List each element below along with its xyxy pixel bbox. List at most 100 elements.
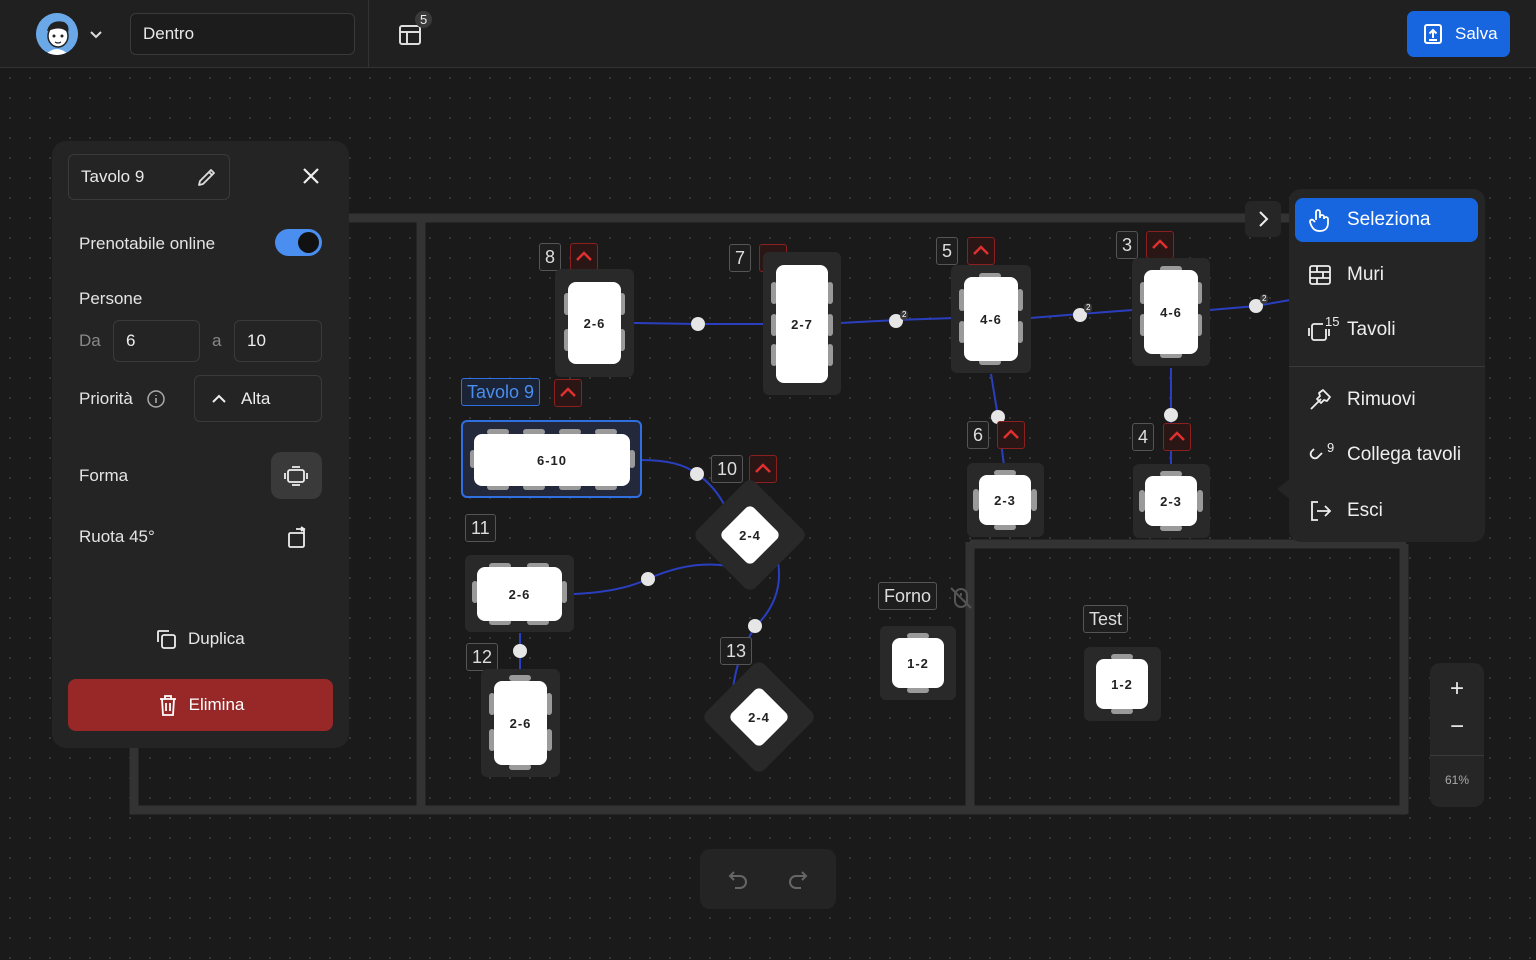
table-forno[interactable]: 1-2 (880, 626, 956, 700)
priority-select[interactable]: Alta (194, 375, 322, 422)
top-bar: Dentro 5 Salva (0, 0, 1536, 68)
menu-item-rimuovi[interactable]: Rimuovi (1295, 378, 1478, 422)
link-node[interactable] (1164, 408, 1178, 422)
duplicate-icon (157, 630, 176, 649)
table-number-tag[interactable]: 10 (711, 455, 744, 483)
room-name-field[interactable]: Dentro (130, 13, 355, 55)
trash-icon (159, 695, 176, 716)
priority-label: Priorità (79, 389, 133, 408)
tables-count-badge: 15 (1323, 314, 1342, 329)
close-icon[interactable] (300, 165, 322, 187)
table-number-tag[interactable]: 12 (466, 643, 499, 671)
pencil-icon[interactable] (195, 165, 219, 189)
table-seats-label: 2-6 (568, 282, 621, 364)
priority-high-icon[interactable] (997, 421, 1025, 449)
table-number-tag[interactable]: Forno (878, 582, 938, 610)
table-5[interactable]: 4-6 (951, 265, 1031, 373)
table-seats-label: 2-3 (1145, 476, 1197, 526)
rotate-label: Ruota 45° (79, 527, 155, 546)
table-number-tag[interactable]: 13 (720, 637, 753, 665)
table-number-tag[interactable]: 8 (539, 243, 562, 271)
table-8[interactable]: 2-6 (555, 269, 634, 377)
undo-icon[interactable] (726, 867, 750, 891)
table-3[interactable]: 4-6 (1132, 258, 1210, 366)
hand-pointer-icon (1309, 209, 1329, 232)
table-seats-label: 2-4 (748, 709, 770, 725)
priority-high-icon[interactable] (967, 237, 995, 265)
layout-count-badge: 5 (415, 11, 433, 28)
redo-icon[interactable] (786, 867, 810, 891)
info-icon[interactable] (146, 389, 166, 409)
chevron-up-icon (212, 394, 226, 403)
zoom-out-button[interactable]: − (1430, 709, 1484, 745)
expand-toolbar-button[interactable] (1245, 201, 1281, 237)
divider (1430, 755, 1484, 756)
online-label: Prenotabile online (79, 234, 216, 253)
delete-button[interactable]: Elimina (68, 679, 333, 731)
table-seats-label: 4-6 (964, 277, 1018, 361)
table-number-tag[interactable]: 3 (1116, 231, 1139, 259)
table-seats-label: 2-3 (979, 475, 1031, 525)
table-seats-label: 2-6 (494, 681, 547, 765)
table-6[interactable]: 2-3 (967, 463, 1044, 537)
table-12[interactable]: 2-6 (481, 669, 560, 777)
priority-high-icon[interactable] (570, 243, 598, 271)
link-node[interactable] (690, 467, 704, 481)
table-13[interactable]: 2-4 (701, 659, 817, 775)
avatar-illustration (36, 13, 78, 55)
delete-label: Elimina (188, 695, 245, 714)
priority-high-icon[interactable] (1163, 423, 1191, 451)
table-9-selected[interactable]: 6-10 (461, 420, 642, 498)
persons-from-field[interactable]: 6 (113, 320, 200, 362)
chevron-down-icon[interactable] (88, 26, 104, 42)
table-shape-icon (284, 466, 308, 486)
link-node[interactable] (691, 317, 705, 331)
table-7[interactable]: 2-7 (763, 252, 841, 395)
menu-item-esci[interactable]: Esci (1295, 489, 1478, 533)
duplicate-button[interactable]: Duplica (154, 627, 245, 651)
table-seats-label: 2-6 (477, 567, 562, 621)
table-10[interactable]: 2-4 (692, 477, 808, 593)
hammer-icon (1310, 389, 1331, 410)
table-number-tag[interactable]: 4 (1132, 423, 1155, 451)
menu-item-collega-tavoli[interactable]: Collega tavoli (1295, 433, 1478, 477)
table-11[interactable]: 2-6 (465, 555, 574, 632)
persons-to-field[interactable]: 10 (234, 320, 322, 362)
link-node[interactable] (513, 644, 527, 658)
priority-high-icon[interactable] (1146, 231, 1174, 259)
link-node[interactable] (748, 619, 762, 633)
table-number-tag[interactable]: 6 (967, 421, 990, 449)
upload-icon (1424, 24, 1442, 44)
zoom-control: + − 61% (1430, 663, 1484, 807)
online-toggle[interactable] (275, 229, 322, 256)
save-button[interactable]: Salva (1407, 11, 1510, 57)
exit-icon (1311, 501, 1332, 521)
table-number-tag[interactable]: 7 (729, 244, 752, 272)
menu-item-muri[interactable]: Muri (1295, 253, 1478, 297)
shape-button[interactable] (271, 452, 322, 499)
link-node[interactable] (641, 572, 655, 586)
table-number-tag[interactable]: 11 (465, 514, 496, 542)
zoom-in-button[interactable]: + (1430, 671, 1484, 707)
priority-high-icon[interactable] (749, 455, 777, 483)
avatar[interactable] (36, 13, 78, 55)
to-label: a (212, 331, 222, 350)
priority-high-icon[interactable] (554, 379, 582, 407)
table-name-text: Tavolo 9 (81, 167, 145, 186)
priority-value: Alta (241, 389, 271, 408)
chair (1031, 489, 1037, 511)
table-seats-label: 1-2 (1096, 659, 1148, 709)
table-number-tag[interactable]: 5 (936, 237, 959, 265)
menu-item-seleziona[interactable]: Seleziona (1295, 198, 1478, 242)
table-test[interactable]: 1-2 (1084, 647, 1161, 721)
links-count-badge: 9 (1325, 440, 1337, 455)
from-label: Da (79, 331, 101, 350)
divider (368, 0, 369, 68)
table-name-field[interactable]: Tavolo 9 (68, 154, 230, 200)
online-disabled-icon[interactable] (948, 585, 974, 611)
table-number-tag-selected[interactable]: Tavolo 9 (461, 378, 541, 406)
table-4[interactable]: 2-3 (1133, 464, 1210, 538)
rotate-icon[interactable] (284, 525, 310, 551)
table-number-tag[interactable]: Test (1083, 605, 1129, 633)
duplicate-label: Duplica (188, 629, 245, 648)
